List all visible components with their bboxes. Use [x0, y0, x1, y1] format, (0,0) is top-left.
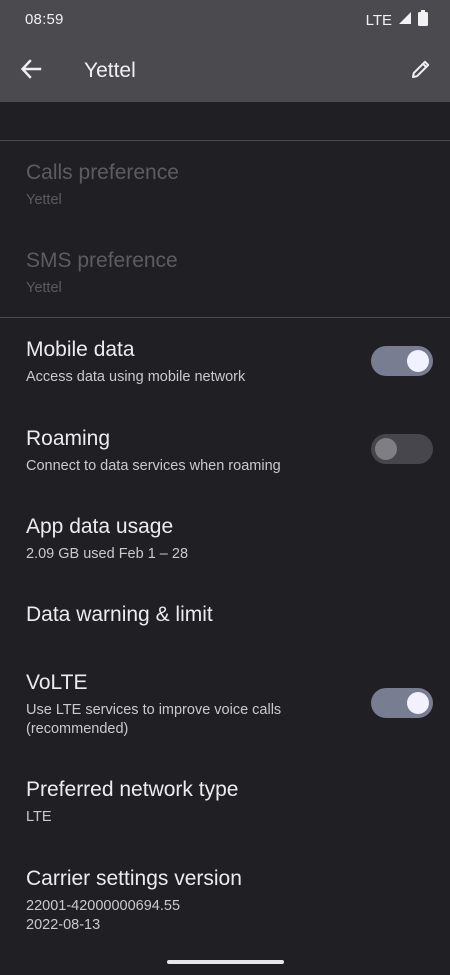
back-button[interactable]: [12, 52, 50, 90]
gesture-nav-handle[interactable]: [167, 960, 284, 964]
mobile-data-toggle[interactable]: [371, 346, 433, 376]
carrier-settings-version-summary: 22001-42000000694.55 2022-08-13: [26, 898, 181, 933]
top-bar: 08:59 LTE Yettel: [0, 0, 450, 102]
app-data-usage-title: App data usage: [26, 515, 174, 538]
carrier-settings-version-item: Carrier settings version 22001-420000006…: [0, 845, 450, 945]
app-data-usage-item[interactable]: App data usage 2.09 GB used Feb 1 – 28: [0, 494, 450, 582]
toggle-thumb: [375, 438, 397, 460]
calls-preference-summary: Yettel: [26, 192, 62, 208]
app-data-usage-summary: 2.09 GB used Feb 1 – 28: [26, 546, 189, 562]
data-warning-limit-item[interactable]: Data warning & limit: [0, 582, 450, 652]
mobile-data-title: Mobile data: [26, 338, 135, 361]
preferred-network-type-title: Preferred network type: [26, 778, 239, 801]
arrow-back-icon: [20, 58, 42, 85]
calls-preference-item: Calls preference Yettel: [0, 141, 450, 229]
toggle-thumb: [407, 350, 429, 372]
volte-summary: Use LTE services to improve voice calls …: [26, 702, 282, 737]
mobile-data-summary: Access data using mobile network: [26, 369, 246, 385]
status-time: 08:59: [25, 11, 64, 28]
calls-preference-title: Calls preference: [26, 161, 179, 184]
roaming-title: Roaming: [26, 427, 111, 450]
preferred-network-type-item[interactable]: Preferred network type LTE: [0, 756, 450, 844]
status-bar: 08:59 LTE: [0, 0, 450, 40]
battery-icon: [418, 9, 428, 31]
volte-title: VoLTE: [26, 671, 88, 694]
network-type-indicator: LTE: [365, 11, 392, 29]
volte-toggle[interactable]: [371, 688, 433, 718]
data-warning-limit-title: Data warning & limit: [26, 603, 213, 626]
app-bar: Yettel: [0, 40, 450, 102]
sms-preference-item: SMS preference Yettel: [0, 229, 450, 317]
toggle-thumb: [407, 692, 429, 714]
roaming-toggle[interactable]: [371, 434, 433, 464]
pencil-icon: [410, 58, 432, 85]
mobile-data-item[interactable]: Mobile data Access data using mobile net…: [0, 318, 450, 406]
sms-preference-title: SMS preference: [26, 249, 178, 272]
roaming-item[interactable]: Roaming Connect to data services when ro…: [0, 406, 450, 494]
signal-icon: [398, 11, 412, 30]
sms-preference-summary: Yettel: [26, 280, 62, 296]
carrier-settings-version-title: Carrier settings version: [26, 867, 242, 890]
edit-button[interactable]: [402, 52, 440, 90]
volte-item[interactable]: VoLTE Use LTE services to improve voice …: [0, 652, 450, 752]
roaming-summary: Connect to data services when roaming: [26, 458, 281, 474]
page-title: Yettel: [84, 59, 136, 82]
preferred-network-type-summary: LTE: [26, 809, 52, 825]
status-indicators: LTE: [365, 9, 428, 31]
